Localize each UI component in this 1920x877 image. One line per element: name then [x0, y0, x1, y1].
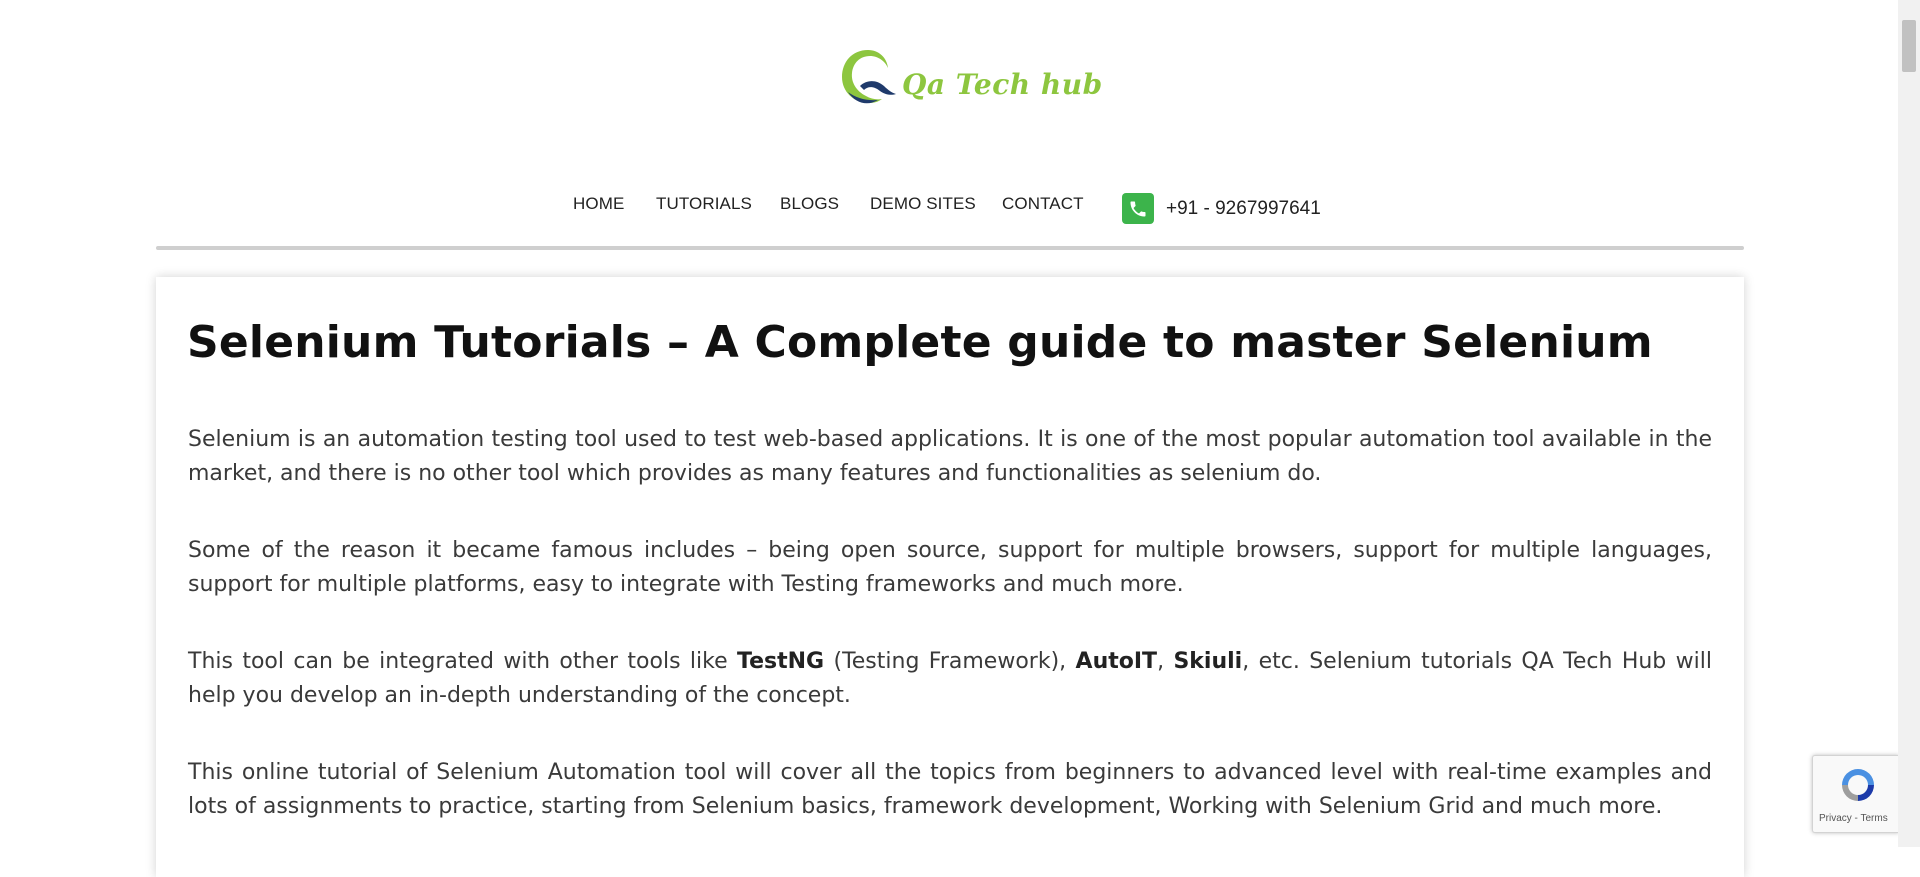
testng-term: TestNG — [737, 649, 825, 674]
logo-icon — [842, 50, 896, 104]
recaptcha-links[interactable]: Privacy - Terms — [1819, 813, 1888, 824]
skiuli-term: Skiuli — [1173, 649, 1243, 674]
site-logo[interactable]: Qa Tech hub — [838, 44, 1103, 110]
logo-text: Qa Tech hub — [902, 67, 1103, 101]
phone-handset-icon — [1130, 201, 1146, 216]
main-nav: HOME TUTORIALS BLOGS DEMO SITES CONTACT — [0, 194, 1898, 224]
integration-text-3: , — [1157, 649, 1174, 674]
page-title: Selenium Tutorials – A Complete guide to… — [187, 317, 1653, 368]
recaptcha-icon — [1842, 769, 1874, 801]
phone-number[interactable]: +91 - 9267997641 — [1166, 198, 1321, 220]
integration-text-1: This tool can be integrated with other t… — [188, 649, 738, 674]
reasons-paragraph: Some of the reason it became famous incl… — [188, 538, 1712, 597]
coverage-paragraph: This online tutorial of Selenium Automat… — [188, 760, 1712, 819]
vertical-scrollbar[interactable] — [1898, 0, 1920, 847]
nav-tutorials[interactable]: TUTORIALS — [656, 194, 752, 214]
nav-contact[interactable]: CONTACT — [1002, 194, 1084, 214]
nav-home[interactable]: HOME — [573, 194, 624, 214]
integration-text-2: (Testing Framework), — [824, 649, 1076, 674]
nav-demo-sites[interactable]: DEMO SITES — [870, 194, 976, 214]
autoit-term: AutoIT — [1075, 649, 1158, 674]
phone-icon[interactable] — [1122, 193, 1154, 224]
page: Qa Tech hub HOME TUTORIALS BLOGS DEMO SI… — [0, 0, 1899, 877]
nav-blogs[interactable]: BLOGS — [780, 194, 839, 214]
content-card: Selenium Tutorials – A Complete guide to… — [156, 277, 1744, 877]
intro-paragraph: Selenium is an automation testing tool u… — [188, 427, 1712, 486]
nav-divider — [156, 246, 1744, 250]
recaptcha-badge[interactable]: Privacy - Terms — [1812, 755, 1899, 833]
integration-paragraph: This tool can be integrated with other t… — [188, 645, 1712, 713]
scrollbar-thumb[interactable] — [1902, 20, 1916, 72]
